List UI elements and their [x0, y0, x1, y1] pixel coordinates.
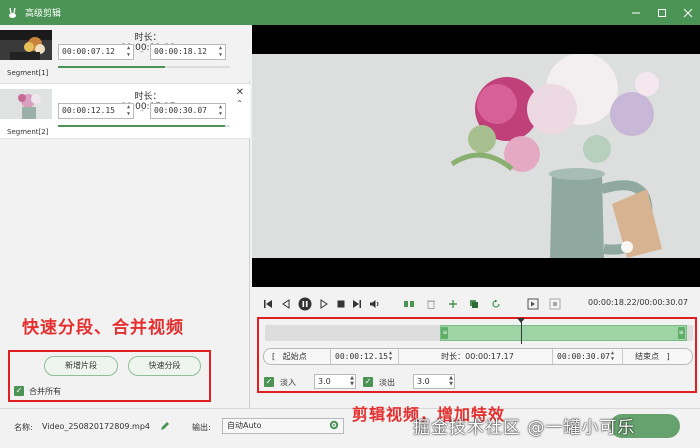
fade-out-value: 3.0 — [417, 377, 430, 386]
spinner-icon[interactable]: ▲ ▼ — [350, 375, 354, 387]
watermark-text: 掘金技术社区 @一罐小可乐 — [413, 418, 636, 438]
move-up-icon[interactable]: ⌃ — [236, 99, 243, 108]
spinner-icon[interactable]: ▲ ▼ — [217, 104, 224, 118]
new-segment-button[interactable]: 新增片段 — [44, 356, 118, 376]
split-icon[interactable] — [402, 292, 416, 316]
end-time-field[interactable]: 00:00:30.07 ▲ ▼ — [552, 349, 620, 364]
trim-end-handle[interactable]: ≡ — [677, 327, 685, 339]
video-frame — [252, 54, 700, 258]
step-back-icon[interactable] — [280, 292, 292, 316]
merge-all-label: 合并所有 — [29, 387, 61, 396]
spinner-icon[interactable]: ▲ ▼ — [125, 45, 132, 59]
output-label: 输出: — [192, 423, 211, 432]
fade-in-label: 淡入 — [280, 378, 296, 387]
spinner-icon[interactable]: ▲ ▼ — [611, 350, 614, 362]
split-merge-annotation: 快速分段、合并视频 — [22, 318, 184, 338]
segment-end-field[interactable]: 00:00:30.07 ▲ ▼ — [150, 103, 226, 119]
edit-pencil-icon[interactable] — [160, 421, 170, 434]
duration-display: 时长：00:00:17.17 — [398, 349, 552, 364]
segment-end-value: 00:00:18.12 — [154, 47, 207, 56]
start-time-value: 00:00:12.15 — [335, 352, 388, 361]
set-start-button[interactable]: [ 起始点 — [272, 349, 332, 364]
range-dash: – — [140, 47, 144, 56]
set-end-button[interactable]: 结束点 ] — [622, 349, 692, 364]
time-readout: 00:00:18.22/00:00:30.07 — [588, 298, 688, 307]
reset-icon[interactable] — [490, 292, 502, 316]
segment-label: Segment[1] — [7, 69, 49, 77]
restore-icon[interactable] — [656, 7, 668, 19]
window-title: 高级剪辑 — [25, 9, 62, 19]
stop-icon[interactable] — [335, 292, 347, 316]
name-label: 名称: — [14, 423, 33, 432]
range-dash: – — [140, 106, 144, 115]
spinner-icon[interactable]: ▲ ▼ — [217, 45, 224, 59]
mark-in-icon[interactable] — [526, 292, 540, 316]
skip-start-icon[interactable] — [262, 292, 274, 316]
set-start-label: 起始点 — [282, 352, 307, 361]
volume-icon[interactable] — [368, 292, 382, 316]
fade-out-label: 淡出 — [379, 378, 395, 387]
set-end-label: 结束点 — [635, 352, 659, 361]
add-icon[interactable] — [447, 292, 459, 316]
fade-out-field[interactable]: 3.0 ▲ ▼ — [413, 374, 455, 389]
playhead-line — [520, 320, 522, 344]
close-icon[interactable] — [682, 7, 694, 19]
segment-progress-bar — [58, 66, 230, 68]
trim-start-handle[interactable]: ≡ — [441, 327, 449, 339]
fade-out-checkbox[interactable]: ✓ — [363, 377, 373, 387]
timeline-track[interactable]: ≡ ≡ — [265, 325, 693, 341]
segment-item[interactable]: Segment[1] 时长：00:00:11.00 00:00:07.12 ▲ ▼… — [0, 25, 250, 81]
filename-value: Video_250820172809.mp4 — [42, 422, 150, 431]
copy-icon[interactable] — [468, 292, 480, 316]
output-value: 自动Auto — [227, 421, 262, 430]
player-controls: 00:00:18.22/00:00:30.07 — [252, 292, 700, 316]
spinner-icon[interactable]: ▲ ▼ — [449, 375, 453, 387]
rabbit-logo-icon — [7, 7, 19, 19]
pause-icon[interactable] — [297, 292, 313, 316]
segment-label: Segment[2] — [7, 128, 49, 136]
minimize-icon[interactable] — [630, 7, 642, 19]
spinner-icon[interactable]: ▲ ▼ — [125, 104, 132, 118]
segment-end-value: 00:00:30.07 — [154, 106, 207, 115]
remove-segment-icon[interactable]: ✕ — [236, 87, 244, 98]
start-time-field[interactable]: 00:00:12.15 ▲ ▼ — [330, 349, 398, 364]
segment-thumbnail — [0, 30, 52, 60]
segment-end-field[interactable]: 00:00:18.12 ▲ ▼ — [150, 44, 226, 60]
gear-icon[interactable] — [329, 420, 339, 435]
video-preview[interactable] — [252, 25, 700, 287]
delete-icon[interactable] — [425, 292, 437, 316]
mark-out-icon[interactable] — [548, 292, 562, 316]
spinner-icon[interactable]: ▲ ▼ — [389, 350, 392, 362]
segment-start-value: 00:00:12.15 — [62, 106, 115, 115]
title-bar: 高级剪辑 — [0, 0, 700, 25]
segment-thumbnail — [0, 89, 52, 119]
segment-progress-bar — [58, 125, 230, 127]
segment-start-field[interactable]: 00:00:12.15 ▲ ▼ — [58, 103, 134, 119]
output-selector[interactable]: 自动Auto — [222, 418, 344, 434]
step-forward-icon[interactable] — [318, 292, 330, 316]
segment-start-field[interactable]: 00:00:07.12 ▲ ▼ — [58, 44, 134, 60]
segment-item[interactable]: Segment[2] 时长：00:00:17.17 00:00:12.15 ▲ ▼… — [0, 83, 250, 139]
end-time-value: 00:00:30.07 — [557, 352, 610, 361]
timeline-selection[interactable] — [440, 325, 687, 341]
trim-controls: [ 起始点 00:00:12.15 ▲ ▼ 时长：00:00:17.17 00:0… — [263, 348, 693, 365]
fade-in-value: 3.0 — [318, 377, 331, 386]
segment-start-value: 00:00:07.12 — [62, 47, 115, 56]
skip-end-icon[interactable] — [351, 292, 363, 316]
fade-in-field[interactable]: 3.0 ▲ ▼ — [314, 374, 356, 389]
merge-all-checkbox[interactable]: ✓ — [14, 386, 24, 396]
fade-in-checkbox[interactable]: ✓ — [264, 377, 274, 387]
quick-split-button[interactable]: 快速分段 — [128, 356, 201, 376]
